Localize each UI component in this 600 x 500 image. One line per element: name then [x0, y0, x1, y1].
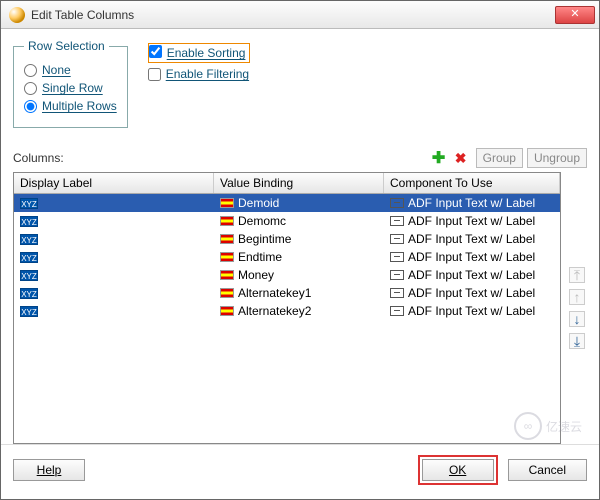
radio-multiple-label: Multiple Rows [42, 99, 117, 113]
xyz-badge-icon: XYZ [20, 198, 38, 209]
binding-icon [220, 306, 234, 316]
radio-single[interactable]: Single Row [24, 81, 117, 95]
cell-component: ADF Input Text w/ Label [408, 268, 535, 282]
move-down-button[interactable]: ↓ [569, 311, 585, 327]
help-button[interactable]: Help [13, 459, 85, 481]
binding-icon [220, 270, 234, 280]
columns-table[interactable]: Display Label Value Binding Component To… [13, 172, 561, 444]
cell-binding: Demoid [238, 196, 279, 210]
binding-icon [220, 198, 234, 208]
radio-single-label: Single Row [42, 81, 103, 95]
remove-column-button[interactable]: ✖ [452, 149, 470, 167]
radio-multiple[interactable]: Multiple Rows [24, 99, 117, 113]
binding-icon [220, 288, 234, 298]
xyz-badge-icon: XYZ [20, 252, 38, 263]
radio-none[interactable]: None [24, 63, 117, 77]
move-top-button[interactable]: ⤒ [569, 267, 585, 283]
component-icon [390, 306, 404, 316]
cell-binding: Alternatekey1 [238, 286, 311, 300]
cell-component: ADF Input Text w/ Label [408, 214, 535, 228]
table-row[interactable]: XYZ Alternatekey1 ADF Input Text w/ Label [14, 284, 560, 302]
xyz-badge-icon: XYZ [20, 270, 38, 281]
col-header-component[interactable]: Component To Use [384, 173, 560, 193]
plus-icon: ✚ [432, 148, 445, 168]
xyz-badge-icon: XYZ [20, 234, 38, 245]
component-icon [390, 270, 404, 280]
table-row[interactable]: XYZ Begintime ADF Input Text w/ Label [14, 230, 560, 248]
cell-component: ADF Input Text w/ Label [408, 304, 535, 318]
cell-component: ADF Input Text w/ Label [408, 196, 535, 210]
table-row[interactable]: XYZ Alternatekey2 ADF Input Text w/ Label [14, 302, 560, 320]
close-button[interactable]: ✕ [555, 6, 595, 24]
binding-icon [220, 216, 234, 226]
cell-binding: Money [238, 268, 274, 282]
component-icon [390, 234, 404, 244]
move-up-button[interactable]: ↑ [569, 289, 585, 305]
radio-none-label: None [42, 63, 71, 77]
ok-button[interactable]: OK [422, 459, 494, 481]
col-header-binding[interactable]: Value Binding [214, 173, 384, 193]
cell-component: ADF Input Text w/ Label [408, 250, 535, 264]
row-selection-legend: Row Selection [24, 39, 109, 53]
add-column-button[interactable]: ✚ [430, 149, 448, 167]
col-header-display[interactable]: Display Label [14, 173, 214, 193]
ok-highlight: OK [418, 455, 498, 485]
cell-component: ADF Input Text w/ Label [408, 286, 535, 300]
columns-label: Columns: [13, 151, 428, 165]
component-icon [390, 252, 404, 262]
group-button[interactable]: Group [476, 148, 523, 168]
xyz-badge-icon: XYZ [20, 288, 38, 299]
component-icon [390, 288, 404, 298]
binding-icon [220, 234, 234, 244]
app-icon [9, 7, 25, 23]
watermark: ∞亿速云 [514, 412, 582, 440]
checkbox-enable-sorting[interactable]: Enable Sorting [148, 43, 251, 63]
xyz-badge-icon: XYZ [20, 306, 38, 317]
enable-sorting-label: Enable Sorting [167, 46, 246, 60]
titlebar[interactable]: Edit Table Columns ✕ [1, 1, 599, 29]
window-title: Edit Table Columns [31, 8, 555, 22]
table-row[interactable]: XYZ Endtime ADF Input Text w/ Label [14, 248, 560, 266]
row-selection-group: Row Selection None Single Row Multiple R… [13, 39, 128, 128]
table-row[interactable]: XYZ Demoid ADF Input Text w/ Label [14, 194, 560, 212]
binding-icon [220, 252, 234, 262]
move-bottom-button[interactable]: ⤓ [569, 333, 585, 349]
table-row[interactable]: XYZ Demomc ADF Input Text w/ Label [14, 212, 560, 230]
cancel-button[interactable]: Cancel [508, 459, 587, 481]
enable-filtering-label: Enable Filtering [166, 67, 249, 81]
cell-binding: Demomc [238, 214, 286, 228]
component-icon [390, 198, 404, 208]
xyz-badge-icon: XYZ [20, 216, 38, 227]
delete-icon: ✖ [455, 150, 467, 167]
cell-binding: Alternatekey2 [238, 304, 311, 318]
cell-binding: Endtime [238, 250, 282, 264]
component-icon [390, 216, 404, 226]
cell-component: ADF Input Text w/ Label [408, 232, 535, 246]
checkbox-enable-filtering[interactable]: Enable Filtering [148, 67, 251, 81]
table-row[interactable]: XYZ Money ADF Input Text w/ Label [14, 266, 560, 284]
cell-binding: Begintime [238, 232, 291, 246]
ungroup-button[interactable]: Ungroup [527, 148, 587, 168]
